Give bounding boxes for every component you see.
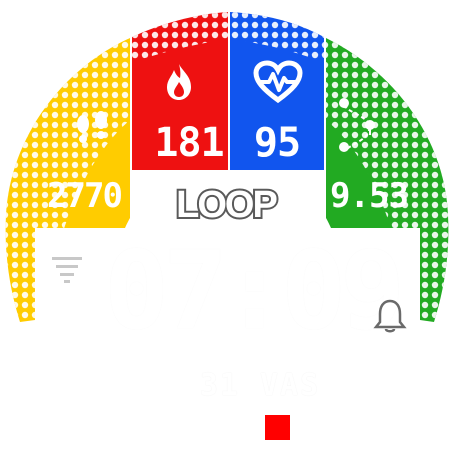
distance-value: 9.53 [330, 176, 409, 216]
filter-icon[interactable] [50, 255, 84, 285]
time-display: 07:09 [104, 229, 405, 354]
brand-logo: LOOP [174, 182, 280, 228]
flame-icon [167, 64, 191, 100]
bell-icon[interactable] [373, 298, 407, 334]
heart-rate-value: 95 [253, 120, 301, 166]
calories-value: 181 [154, 120, 224, 166]
route-pins-icon [339, 98, 375, 152]
heart-pulse-icon [253, 60, 303, 104]
steps-value: 2770 [47, 176, 123, 216]
status-indicator [265, 415, 290, 440]
watch-face: 2770 181 95 9.53 LOOP 07:09 31 VAS [0, 0, 454, 454]
footprints-icon [77, 111, 107, 143]
date-display: 31 VAS [199, 368, 321, 403]
